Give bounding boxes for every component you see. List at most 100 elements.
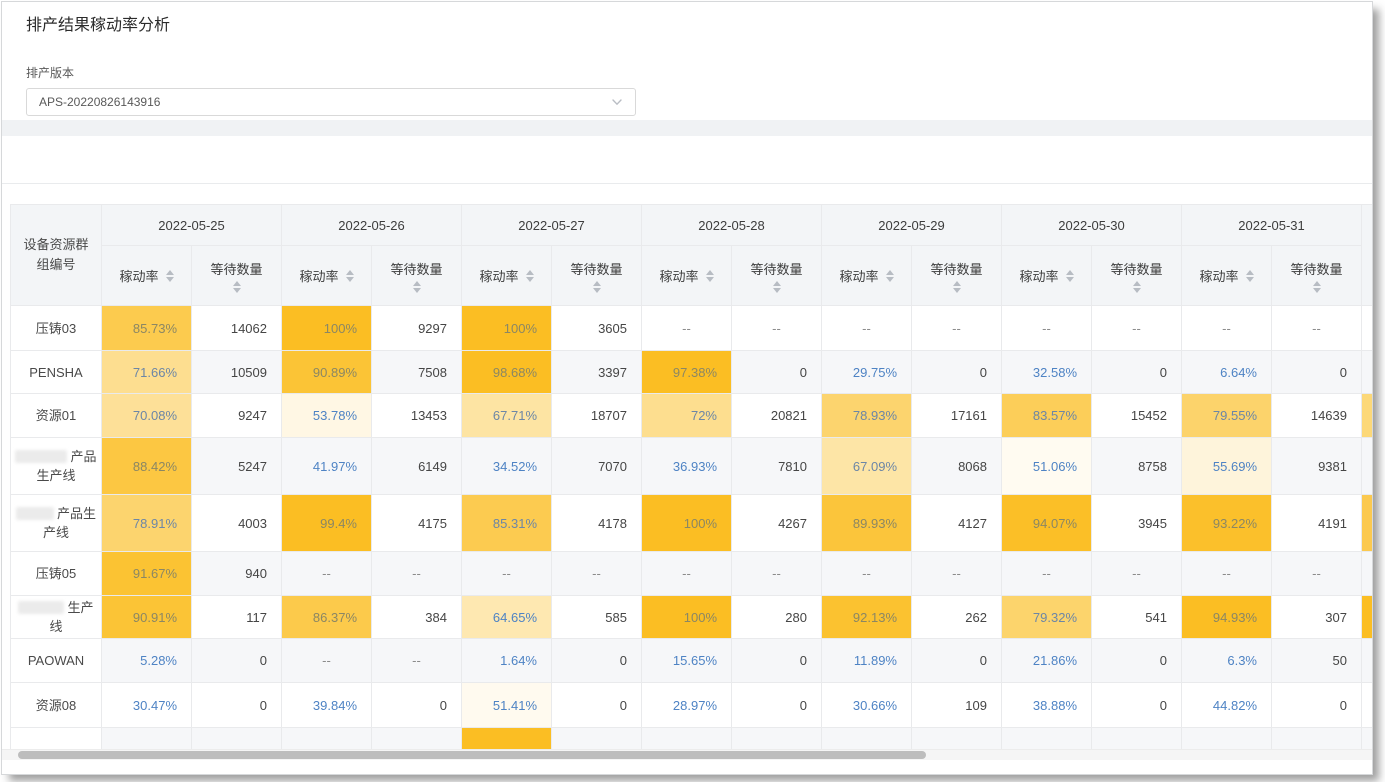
rate-cell: 21.86% <box>1002 639 1092 683</box>
rate-cell: 67.71% <box>462 394 552 438</box>
wait-cell: 4003 <box>192 495 282 552</box>
wait-col-header-2[interactable]: 等待数量 <box>552 246 642 306</box>
rate-col-header-5[interactable]: 稼动率 <box>1002 246 1092 306</box>
table-scroll-container[interactable]: 设备资源群组编号2022-05-252022-05-262022-05-2720… <box>10 204 1373 749</box>
rate-cell: 39.84% <box>282 683 372 728</box>
schedule-version-select[interactable]: APS-20220826143916 <box>26 88 636 116</box>
rate-cell: -- <box>1182 552 1272 596</box>
wait-cell: 17161 <box>912 394 1002 438</box>
rate-cell <box>102 728 192 750</box>
rate-cell: 29.75% <box>822 351 912 394</box>
wait-cell: 262 <box>912 596 1002 639</box>
sort-carets-icon[interactable] <box>526 270 534 282</box>
rate-col-header-2[interactable]: 稼动率 <box>462 246 552 306</box>
horizontal-scrollbar-track[interactable] <box>2 749 1372 760</box>
wait-cell: 541 <box>1092 596 1182 639</box>
rate-cell: 91.67% <box>102 552 192 596</box>
rate-cell <box>642 728 732 750</box>
table-row-partial <box>11 728 1374 750</box>
main-panel: 排产结果稼动率分析 排产版本 APS-20220826143916 设备资源群组… <box>1 1 1373 775</box>
wait-cell: 50 <box>1272 639 1362 683</box>
wait-cell: -- <box>1092 306 1182 351</box>
rate-cell: -- <box>282 552 372 596</box>
wait-col-header-4[interactable]: 等待数量 <box>912 246 1002 306</box>
resource-group-name: 产品生产线 <box>11 438 102 495</box>
wait-header-label: 等待数量 <box>390 259 442 278</box>
wait-cell: 0 <box>912 639 1002 683</box>
wait-cell: 109 <box>912 683 1002 728</box>
clipped-next-date-header <box>1362 205 1374 306</box>
rate-cell: 78.93% <box>822 394 912 438</box>
sort-carets-icon[interactable] <box>346 270 354 282</box>
wait-cell: 0 <box>552 639 642 683</box>
rate-cell: 99.4% <box>282 495 372 552</box>
rate-cell: 89.93% <box>822 495 912 552</box>
wait-header-label: 等待数量 <box>1110 259 1162 278</box>
sort-carets-icon[interactable] <box>773 281 781 293</box>
wait-cell: 0 <box>372 683 462 728</box>
wait-cell: 4175 <box>372 495 462 552</box>
sort-carets-icon[interactable] <box>1246 270 1254 282</box>
rate-cell: 85.73% <box>102 306 192 351</box>
section-divider-band <box>2 120 1372 136</box>
resource-group-name: 资源08 <box>11 683 102 728</box>
sort-carets-icon[interactable] <box>593 281 601 293</box>
sort-carets-icon[interactable] <box>886 270 894 282</box>
rate-col-header-3[interactable]: 稼动率 <box>642 246 732 306</box>
rate-cell: -- <box>642 306 732 351</box>
wait-cell: 13453 <box>372 394 462 438</box>
sort-carets-icon[interactable] <box>233 281 241 293</box>
rate-header-label: 稼动率 <box>839 266 878 285</box>
table-row: PAOWAN5.28%0----1.64%015.65%011.89%021.8… <box>11 639 1374 683</box>
rate-header-label: 稼动率 <box>479 266 518 285</box>
wait-cell: 4191 <box>1272 495 1362 552</box>
wait-col-header-5[interactable]: 等待数量 <box>1092 246 1182 306</box>
rate-cell: -- <box>1182 306 1272 351</box>
sort-carets-icon[interactable] <box>166 270 174 282</box>
rate-col-header-6[interactable]: 稼动率 <box>1182 246 1272 306</box>
rate-col-header-0[interactable]: 稼动率 <box>102 246 192 306</box>
sort-carets-icon[interactable] <box>706 270 714 282</box>
sort-carets-icon[interactable] <box>953 281 961 293</box>
wait-col-header-6[interactable]: 等待数量 <box>1272 246 1362 306</box>
wait-cell: 7810 <box>732 438 822 495</box>
date-header-1: 2022-05-26 <box>282 205 462 246</box>
rate-cell: 67.09% <box>822 438 912 495</box>
wait-cell: 0 <box>1092 351 1182 394</box>
sort-carets-icon[interactable] <box>1313 281 1321 293</box>
rate-col-header-4[interactable]: 稼动率 <box>822 246 912 306</box>
rate-cell: 94.93% <box>1182 596 1272 639</box>
rate-cell: 85.31% <box>462 495 552 552</box>
wait-cell: 0 <box>732 351 822 394</box>
rate-cell: 72% <box>642 394 732 438</box>
clipped-next-date-cell <box>1362 394 1374 438</box>
redacted-text-blur <box>18 601 64 614</box>
rate-cell: 100% <box>642 495 732 552</box>
rate-cell: 98.68% <box>462 351 552 394</box>
wait-col-header-0[interactable]: 等待数量 <box>192 246 282 306</box>
rate-cell: 100% <box>462 306 552 351</box>
rate-col-header-1[interactable]: 稼动率 <box>282 246 372 306</box>
rate-cell: 90.89% <box>282 351 372 394</box>
wait-cell: 9247 <box>192 394 282 438</box>
wait-cell: 4127 <box>912 495 1002 552</box>
sort-carets-icon[interactable] <box>1133 281 1141 293</box>
wait-cell: -- <box>552 552 642 596</box>
sort-carets-icon[interactable] <box>413 281 421 293</box>
sort-carets-icon[interactable] <box>1066 270 1074 282</box>
wait-cell: 4267 <box>732 495 822 552</box>
wait-cell: 117 <box>192 596 282 639</box>
rate-cell: 30.47% <box>102 683 192 728</box>
wait-col-header-1[interactable]: 等待数量 <box>372 246 462 306</box>
rate-cell: 41.97% <box>282 438 372 495</box>
rate-cell: 38.88% <box>1002 683 1092 728</box>
wait-cell <box>1092 728 1182 750</box>
rate-cell: 30.66% <box>822 683 912 728</box>
date-header-6: 2022-05-31 <box>1182 205 1362 246</box>
horizontal-scrollbar-thumb[interactable] <box>18 751 926 759</box>
table-row: 资源0830.47%039.84%051.41%028.97%030.66%10… <box>11 683 1374 728</box>
wait-col-header-3[interactable]: 等待数量 <box>732 246 822 306</box>
rate-cell: -- <box>462 552 552 596</box>
wait-cell: -- <box>1272 306 1362 351</box>
header-section: 排产结果稼动率分析 排产版本 APS-20220826143916 <box>2 2 1372 120</box>
